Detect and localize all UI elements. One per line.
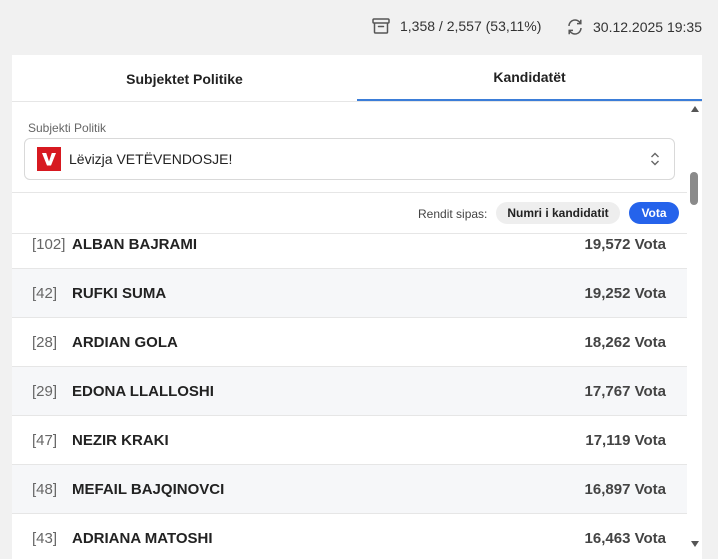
party-selector-block: Subjekti Politik Lëvizja VETËVENDOSJE! bbox=[12, 102, 687, 193]
party-logo bbox=[37, 147, 61, 171]
candidate-votes: 16,897 Vota bbox=[584, 480, 666, 498]
sort-by-number-button[interactable]: Numri i kandidatit bbox=[496, 202, 620, 224]
status-bar: 1,358 / 2,557 (53,11%) 30.12.2025 19:35 bbox=[0, 0, 718, 55]
sort-bar: Rendit sipas: Numri i kandidatit Vota bbox=[12, 193, 687, 234]
candidate-name: ARDIAN GOLA bbox=[72, 333, 178, 351]
refresh-icon[interactable] bbox=[566, 18, 584, 36]
last-update: 30.12.2025 19:35 bbox=[566, 18, 702, 36]
candidate-row[interactable]: [102] ALBAN BAJRAMI 19,572 Vota bbox=[12, 234, 687, 269]
candidate-name: MEFAIL BAJQINOVCI bbox=[72, 480, 225, 498]
counts-text: 1,358 / 2,557 (53,11%) bbox=[400, 18, 542, 34]
candidate-votes: 19,252 Vota bbox=[584, 284, 666, 302]
candidate-row[interactable]: [43] ADRIANA MATOSHI 16,463 Vota bbox=[12, 514, 687, 559]
party-select[interactable]: Lëvizja VETËVENDOSJE! bbox=[24, 138, 675, 180]
candidate-votes: 16,463 Vota bbox=[584, 529, 666, 547]
candidate-name: ADRIANA MATOSHI bbox=[72, 529, 213, 547]
candidate-number: [28] bbox=[32, 333, 58, 351]
candidate-number: [48] bbox=[32, 480, 58, 498]
candidate-name: EDONA LLALLOSHI bbox=[72, 382, 214, 400]
candidate-votes: 17,767 Vota bbox=[584, 382, 666, 400]
candidate-name: ALBAN BAJRAMI bbox=[72, 235, 197, 253]
candidate-row[interactable]: [48] MEFAIL BAJQINOVCI 16,897 Vota bbox=[12, 465, 687, 514]
candidate-votes: 17,119 Vota bbox=[585, 431, 666, 449]
tab-political-subjects[interactable]: Subjektet Politike bbox=[12, 55, 357, 102]
party-select-value: Lëvizja VETËVENDOSJE! bbox=[69, 151, 233, 167]
scroll-up-arrow-icon[interactable] bbox=[691, 106, 699, 112]
timestamp-text: 30.12.2025 19:35 bbox=[593, 19, 702, 35]
candidate-name: RUFKI SUMA bbox=[72, 284, 167, 302]
scrollbar[interactable] bbox=[687, 101, 702, 559]
sort-by-votes-button[interactable]: Vota bbox=[629, 202, 679, 224]
candidate-votes: 19,572 Vota bbox=[584, 235, 666, 253]
chevron-up-down-icon bbox=[650, 151, 660, 172]
party-selector-label: Subjekti Politik bbox=[28, 121, 107, 135]
candidate-row[interactable]: [29] EDONA LLALLOSHI 17,767 Vota bbox=[12, 367, 687, 416]
candidate-row[interactable]: [47] NEZIR KRAKI 17,119 Vota bbox=[12, 416, 687, 465]
candidate-row[interactable]: [42] RUFKI SUMA 19,252 Vota bbox=[12, 269, 687, 318]
tab-bar: Subjektet Politike Kandidatët bbox=[12, 55, 702, 102]
candidate-number: [102] bbox=[32, 235, 66, 253]
sort-label: Rendit sipas: bbox=[418, 207, 488, 221]
candidate-votes: 18,262 Vota bbox=[584, 333, 666, 351]
candidate-number: [29] bbox=[32, 382, 58, 400]
candidate-number: [42] bbox=[32, 284, 58, 302]
counted-stations: 1,358 / 2,557 (53,11%) bbox=[372, 18, 541, 34]
archive-box-icon bbox=[372, 18, 390, 34]
scrollbar-thumb[interactable] bbox=[690, 172, 698, 205]
candidate-name: NEZIR KRAKI bbox=[72, 431, 169, 449]
candidate-number: [43] bbox=[32, 529, 58, 547]
candidate-list: [102] ALBAN BAJRAMI 19,572 Vota [42] RUF… bbox=[12, 234, 687, 559]
candidate-row[interactable]: [28] ARDIAN GOLA 18,262 Vota bbox=[12, 318, 687, 367]
candidate-number: [47] bbox=[32, 431, 58, 449]
scroll-down-arrow-icon[interactable] bbox=[691, 541, 699, 547]
tab-candidates[interactable]: Kandidatët bbox=[357, 55, 702, 101]
results-panel: Subjektet Politike Kandidatët Subjekti P… bbox=[12, 55, 702, 559]
